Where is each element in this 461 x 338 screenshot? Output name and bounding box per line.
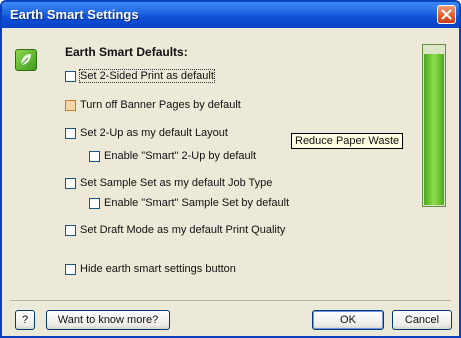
option-2-up-layout[interactable]: Set 2-Up as my default Layout <box>65 125 228 141</box>
paper-saving-meter <box>422 44 446 207</box>
checkbox-hide-button[interactable] <box>65 263 76 275</box>
cancel-button[interactable]: Cancel <box>392 310 452 330</box>
checkbox-draft-mode[interactable] <box>65 224 76 236</box>
option-label: Set Draft Mode as my default Print Quali… <box>80 224 286 236</box>
window-title: Earth Smart Settings <box>10 7 139 22</box>
checkbox-sample-set[interactable] <box>65 177 76 189</box>
close-icon <box>441 9 452 20</box>
checkbox-smart-sample-set[interactable] <box>89 197 100 209</box>
option-label: Set 2-Up as my default Layout <box>80 127 228 139</box>
section-heading: Earth Smart Defaults: <box>65 45 188 59</box>
close-button[interactable] <box>437 5 456 24</box>
option-label: Set 2-Sided Print as default <box>79 69 215 83</box>
option-smart-sample-set[interactable]: Enable "Smart" Sample Set by default <box>89 195 289 211</box>
checkbox-2-sided-print[interactable] <box>65 70 76 82</box>
title-bar[interactable]: Earth Smart Settings <box>2 2 459 28</box>
option-draft-mode[interactable]: Set Draft Mode as my default Print Quali… <box>65 222 285 238</box>
option-label: Enable "Smart" 2-Up by default <box>104 150 257 162</box>
option-hide-button[interactable]: Hide earth smart settings button <box>65 261 236 277</box>
option-label: Set Sample Set as my default Job Type <box>80 177 273 189</box>
checkbox-smart-2-up[interactable] <box>89 150 100 162</box>
option-sample-set[interactable]: Set Sample Set as my default Job Type <box>65 175 272 191</box>
divider <box>10 300 451 301</box>
checkbox-banner-pages[interactable] <box>65 99 76 111</box>
option-label: Hide earth smart settings button <box>80 263 236 275</box>
meter-fill <box>424 54 444 205</box>
option-label: Turn off Banner Pages by default <box>80 99 241 111</box>
option-smart-2-up[interactable]: Enable "Smart" 2-Up by default <box>89 148 256 164</box>
option-label: Enable "Smart" Sample Set by default <box>104 197 290 209</box>
leaf-icon <box>15 49 37 71</box>
tooltip: Reduce Paper Waste <box>291 133 403 149</box>
want-to-know-more-button[interactable]: Want to know more? <box>46 310 170 330</box>
option-banner-pages[interactable]: Turn off Banner Pages by default <box>65 97 241 113</box>
ok-button[interactable]: OK <box>312 310 384 330</box>
option-2-sided-print[interactable]: Set 2-Sided Print as default <box>65 68 215 84</box>
checkbox-2-up-layout[interactable] <box>65 127 76 139</box>
dialog-window: Earth Smart Settings Earth Smart Default… <box>0 0 461 338</box>
help-button[interactable]: ? <box>15 310 35 330</box>
